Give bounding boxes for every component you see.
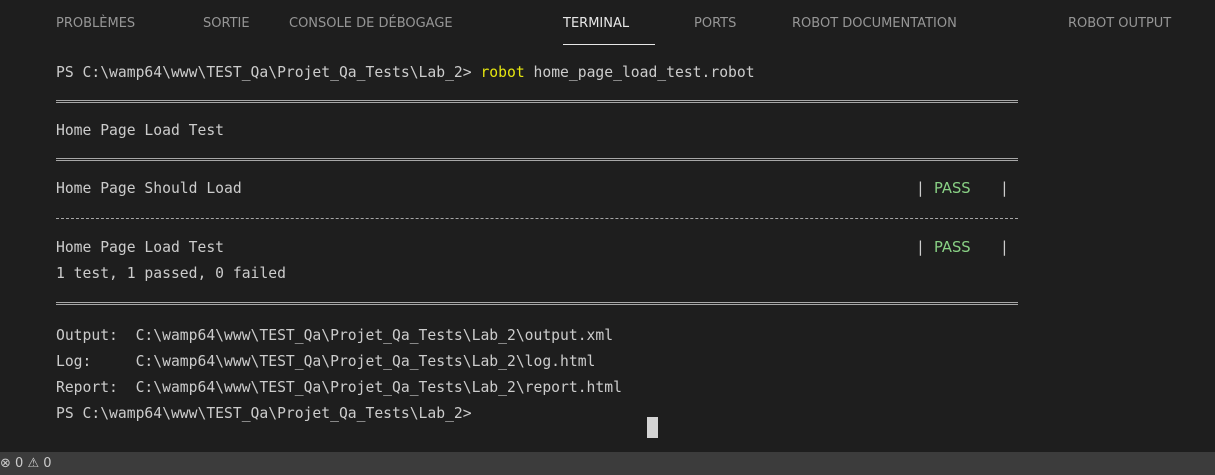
separator-dashed <box>56 218 1018 219</box>
suite-name: Home Page Load Test <box>56 239 225 256</box>
status-pipe-right: | <box>1000 180 1009 197</box>
error-icon: ⊗ <box>0 456 11 471</box>
tab-terminal[interactable]: TERMINAL <box>563 16 629 31</box>
tab-output[interactable]: SORTIE <box>203 16 250 31</box>
command-args: home_page_load_test.robot <box>524 64 755 81</box>
tab-debug-console[interactable]: CONSOLE DE DÉBOGAGE <box>289 16 453 31</box>
problems-status[interactable]: ⊗ 0 ⚠ 0 <box>0 455 52 472</box>
status-pipe-right: | <box>1000 239 1009 256</box>
suite-status-badge: PASS <box>934 239 971 256</box>
tab-problems[interactable]: PROBLÈMES <box>56 16 135 31</box>
output-path: Output: C:\wamp64\www\TEST_Qa\Projet_Qa_… <box>56 327 614 344</box>
status-bar: ⊗ 0 ⚠ 0 <box>0 452 1215 475</box>
warning-count: 0 <box>43 456 52 471</box>
tab-robot-output[interactable]: ROBOT OUTPUT <box>1068 16 1171 31</box>
test-name: Home Page Should Load <box>56 180 242 197</box>
suite-title: Home Page Load Test <box>56 122 225 139</box>
error-count: 0 <box>15 456 24 471</box>
report-path: Report: C:\wamp64\www\TEST_Qa\Projet_Qa_… <box>56 379 622 396</box>
status-pipe-left: | <box>916 239 925 256</box>
tab-ports[interactable]: PORTS <box>694 16 736 31</box>
status-pipe-left: | <box>916 180 925 197</box>
test-status-badge: PASS <box>934 180 971 197</box>
separator-double <box>56 302 1018 305</box>
separator-double <box>56 100 1018 103</box>
test-summary: 1 test, 1 passed, 0 failed <box>56 265 286 282</box>
active-tab-indicator <box>563 44 655 45</box>
panel-tabs: PROBLÈMES SORTIE CONSOLE DE DÉBOGAGE TER… <box>0 0 1215 48</box>
prompt: PS C:\wamp64\www\TEST_Qa\Projet_Qa_Tests… <box>56 64 481 81</box>
log-path: Log: C:\wamp64\www\TEST_Qa\Projet_Qa_Tes… <box>56 353 596 370</box>
warning-icon: ⚠ <box>27 456 40 471</box>
terminal-panel: PROBLÈMES SORTIE CONSOLE DE DÉBOGAGE TER… <box>0 0 1215 475</box>
terminal-cursor <box>647 417 658 438</box>
separator-double <box>56 158 1018 161</box>
command-keyword: robot <box>480 64 525 81</box>
tab-robot-documentation[interactable]: ROBOT DOCUMENTATION <box>792 16 957 31</box>
prompt-line: PS C:\wamp64\www\TEST_Qa\Projet_Qa_Tests… <box>56 405 481 422</box>
command-line: PS C:\wamp64\www\TEST_Qa\Projet_Qa_Tests… <box>56 63 755 87</box>
